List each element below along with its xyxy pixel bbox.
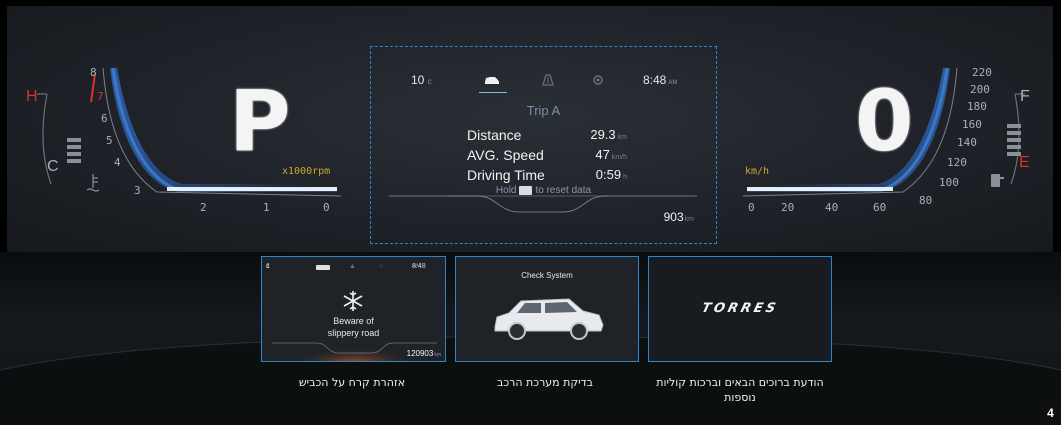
torres-logo: TORRES [700,301,780,316]
speed-tick: 160 [962,118,982,131]
speed-tick: 180 [967,100,987,113]
caption-check-system: בדיקת מערכת הרכב [496,376,594,389]
car-icon [316,265,330,270]
instrument-cluster: P 0 8 7 6 5 4 3 2 1 0 x1000rpm 0 20 40 6… [7,6,1053,252]
trip-row-label: Distance [467,127,522,143]
info-status-bar: 10 c 8:48 AM [371,73,716,93]
road-icon[interactable] [539,73,557,87]
trip-row-driving-time: Driving Time 0:59 h [467,167,637,185]
gear-icon: ○ [379,263,384,270]
rpm-tick: 0 [323,201,330,214]
fuel-full-label: F [1020,88,1030,105]
caption-ice-warning: אזהרת קרח על הכביש [298,376,406,389]
trip-row-distance: Distance 29.3 km [467,127,637,145]
trip-info-panel: 10 c 8:48 AM Trip A Distance 29.3 km AVG. … [370,46,717,244]
mini-status-bar: 1 c ▲ ○ 8:48 AM [266,263,426,270]
speed-tick: 20 [781,201,795,214]
coolant-temp-icon [86,174,100,192]
trip-row-avg-speed: AVG. Speed 47 km/h [467,147,637,165]
speed-unit-label: km/h [745,166,770,177]
trip-title: Trip A [526,103,561,118]
reset-hint: Hold to reset data [495,185,592,196]
trip-row-value: 29.3 km [590,127,627,142]
rpm-tick: 1 [263,201,270,214]
speed-tick: 200 [970,83,990,96]
trip-row-value: 0:59 h [595,167,627,182]
gear-indicator: P [229,72,291,170]
check-system-thumbnail: Check System [455,256,639,362]
fuel-pump-icon [991,174,1004,187]
speed-readout: 0 [855,72,914,170]
welcome-thumbnail: TORRES [648,256,832,362]
trip-row-label: AVG. Speed [467,147,544,163]
trip-row-label: Driving Time [467,167,545,183]
gear-icon[interactable] [589,73,607,87]
trip-row-value: 47 km/h [595,147,627,162]
temp-hot-label: H [26,88,38,105]
speed-tick: 0 [748,201,755,214]
page-number: 4 [1040,402,1061,425]
suv-illustration-icon [494,298,604,340]
fuel-empty-label: E [1019,154,1030,171]
outside-temperature: 10 c [411,73,432,87]
speed-tick: 120 [947,156,967,169]
check-system-title: Check System [521,271,573,280]
speed-tick: 40 [825,201,839,214]
rpm-tick: 8 [90,66,97,79]
speed-tick: 80 [919,194,933,207]
temp-cold-label: C [47,158,59,175]
odometer: 903km [663,210,694,224]
caption-welcome: הודעת ברוכים הבאים וברכות קוליות נוספות [656,376,824,404]
feature-examples: 1 c ▲ ○ 8:48AM Beware of slippery road [0,252,1061,425]
mini-odometer: 120903km [406,349,441,358]
rpm-tick: 5 [106,134,113,147]
road-icon: ▲ [349,263,356,270]
rpm-tick: 3 [134,184,141,197]
ice-warning-thumbnail: 1 c ▲ ○ 8:48AM Beware of slippery road [261,256,446,362]
speed-tick: 140 [957,136,977,149]
rpm-tick: 7 [97,90,104,103]
ice-warning-message: Beware of slippery road [327,316,380,338]
rpm-tick: 4 [114,156,121,169]
clock: 8:48 AM [643,73,678,87]
car-icon[interactable] [483,73,501,87]
speed-tick: 100 [939,176,959,189]
ok-button-icon [519,185,533,195]
speed-tick: 60 [873,201,887,214]
rpm-unit-label: x1000rpm [282,166,331,177]
rpm-tick: 6 [101,112,108,125]
snowflake-icon [343,291,363,311]
active-tab-indicator [479,92,507,93]
speed-tick: 220 [972,66,992,79]
rpm-tick: 2 [200,201,207,214]
